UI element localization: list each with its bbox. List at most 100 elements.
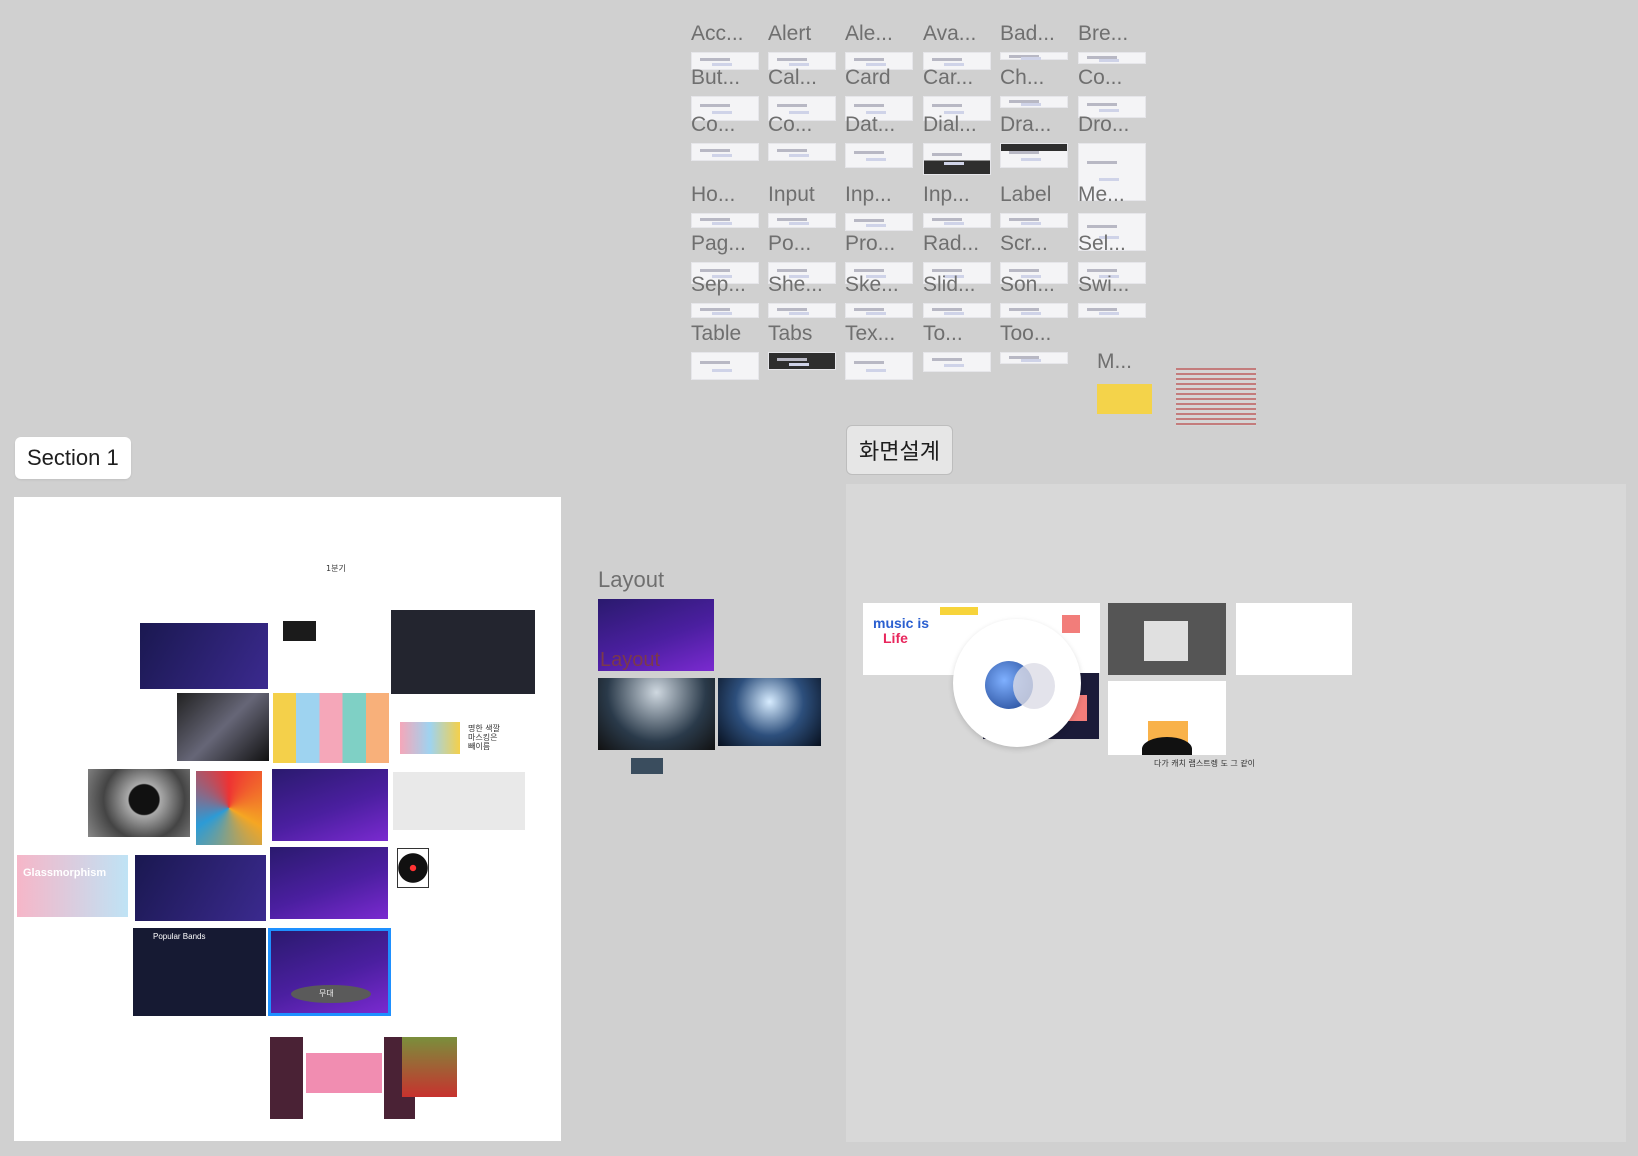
- section-1-frame[interactable]: 1분기 명한 색깔 마스킹은 빼이름 Glassmorphism Popular…: [14, 497, 561, 1141]
- component-thumbnail[interactable]: [1000, 143, 1068, 168]
- component-thumbnail[interactable]: [1000, 213, 1068, 228]
- layout-concert-1[interactable]: [598, 678, 715, 750]
- component-label[interactable]: But...: [691, 66, 740, 90]
- thumb-music-dashboard-2[interactable]: [135, 855, 266, 921]
- avatar-bubble[interactable]: [953, 619, 1081, 747]
- component-label[interactable]: Me...: [1078, 183, 1125, 207]
- component-thumbnail[interactable]: [768, 213, 836, 228]
- thumb-acoustic-guitar[interactable]: [88, 769, 190, 837]
- thumb-cassette[interactable]: [306, 1053, 382, 1093]
- component-label[interactable]: Too...: [1000, 322, 1051, 346]
- component-thumbnail[interactable]: [1000, 52, 1068, 60]
- component-label[interactable]: Dat...: [845, 113, 895, 137]
- thumb-glassmorphism[interactable]: Glassmorphism: [17, 855, 128, 917]
- thumb-guitars-small[interactable]: [400, 722, 460, 754]
- component-label[interactable]: She...: [768, 273, 823, 297]
- thumb-music-dashboard[interactable]: [140, 623, 268, 689]
- screen-white-list[interactable]: [1236, 603, 1352, 675]
- component-thumbnail[interactable]: [768, 352, 836, 370]
- component-thumbnail[interactable]: [845, 143, 913, 168]
- screen-design-tag[interactable]: 화면설계: [846, 425, 953, 475]
- component-thumbnail[interactable]: [691, 213, 759, 228]
- component-thumbnail[interactable]: [923, 352, 991, 372]
- layout-label[interactable]: Layout: [598, 567, 664, 593]
- component-thumb-m[interactable]: [1097, 384, 1152, 414]
- component-thumbnail[interactable]: [1000, 96, 1068, 108]
- component-label[interactable]: Scr...: [1000, 232, 1048, 256]
- component-thumbnail[interactable]: [691, 143, 759, 161]
- component-thumbnail[interactable]: [923, 143, 991, 175]
- thumb-popular-bands[interactable]: Popular Bands: [133, 928, 266, 1016]
- screen-design-frame[interactable]: music is Life 다가 캐치 랩스트렝 도 그 같이: [846, 484, 1626, 1142]
- component-label[interactable]: Ho...: [691, 183, 735, 207]
- component-label[interactable]: Ch...: [1000, 66, 1044, 90]
- component-thumbnail[interactable]: [923, 213, 991, 228]
- thumb-colorful-guitars[interactable]: [273, 693, 389, 763]
- component-label[interactable]: Cal...: [768, 66, 817, 90]
- layout-concert-2[interactable]: [718, 678, 821, 746]
- component-label[interactable]: Tex...: [845, 322, 895, 346]
- thumb-portrait[interactable]: [402, 1037, 457, 1097]
- component-thumbnail[interactable]: [768, 143, 836, 161]
- component-label[interactable]: Dra...: [1000, 113, 1051, 137]
- component-thumbnail[interactable]: [691, 352, 759, 380]
- component-label[interactable]: Pro...: [845, 232, 895, 256]
- component-thumbnail[interactable]: [845, 352, 913, 380]
- component-label[interactable]: Tabs: [768, 322, 812, 346]
- component-thumbnail[interactable]: [1078, 52, 1146, 64]
- component-label[interactable]: Dial...: [923, 113, 977, 137]
- thumb-album-grid[interactable]: [393, 772, 525, 830]
- component-label[interactable]: Card: [845, 66, 891, 90]
- component-label[interactable]: Sep...: [691, 273, 746, 297]
- component-label[interactable]: Co...: [1078, 66, 1122, 90]
- thumb-pop-art[interactable]: [196, 771, 262, 845]
- component-label[interactable]: Po...: [768, 232, 811, 256]
- component-label[interactable]: Bad...: [1000, 22, 1055, 46]
- thumb-purple-frame[interactable]: [270, 847, 388, 919]
- component-label[interactable]: Table: [691, 322, 741, 346]
- component-label[interactable]: Inp...: [845, 183, 892, 207]
- layout-frame[interactable]: Layout: [598, 599, 714, 671]
- component-label[interactable]: Co...: [768, 113, 812, 137]
- component-label[interactable]: Pag...: [691, 232, 746, 256]
- thumb-small-dark[interactable]: [283, 621, 316, 641]
- component-label[interactable]: Son...: [1000, 273, 1055, 297]
- component-label[interactable]: To...: [923, 322, 963, 346]
- component-label[interactable]: Co...: [691, 113, 735, 137]
- screen-vinyl-flower[interactable]: [1108, 681, 1226, 755]
- component-thumbnail[interactable]: [691, 303, 759, 318]
- component-label[interactable]: Swi...: [1078, 273, 1129, 297]
- component-label[interactable]: Alert: [768, 22, 811, 46]
- component-thumbnail[interactable]: [845, 213, 913, 231]
- thumb-maroon-1[interactable]: [270, 1037, 303, 1119]
- thumb-editor[interactable]: [391, 610, 535, 694]
- component-label[interactable]: Rad...: [923, 232, 979, 256]
- thumb-stage-selected[interactable]: 무대: [268, 928, 391, 1016]
- component-label[interactable]: Sel...: [1078, 232, 1126, 256]
- component-thumbnail[interactable]: [1000, 303, 1068, 318]
- component-thumbnail[interactable]: [768, 303, 836, 318]
- component-label[interactable]: Ale...: [845, 22, 893, 46]
- component-label[interactable]: Car...: [923, 66, 973, 90]
- component-label[interactable]: Dro...: [1078, 113, 1129, 137]
- screen-profile-dark[interactable]: [1108, 603, 1226, 675]
- component-thumbnail[interactable]: [1000, 352, 1068, 364]
- thumb-vinyl[interactable]: [397, 848, 429, 888]
- layout-small[interactable]: [631, 758, 663, 774]
- component-label[interactable]: Acc...: [691, 22, 744, 46]
- component-thumbnail[interactable]: [923, 303, 991, 318]
- thumb-guitar-strings[interactable]: [177, 693, 269, 761]
- component-label[interactable]: Ske...: [845, 273, 899, 297]
- component-label[interactable]: Inp...: [923, 183, 970, 207]
- component-label[interactable]: Slid...: [923, 273, 976, 297]
- component-label-m[interactable]: M...: [1097, 350, 1132, 374]
- component-label[interactable]: Ava...: [923, 22, 976, 46]
- section-1-tag[interactable]: Section 1: [15, 437, 131, 479]
- component-label[interactable]: Input: [768, 183, 815, 207]
- component-label[interactable]: Label: [1000, 183, 1051, 207]
- component-thumb-strip[interactable]: [1176, 368, 1256, 426]
- component-thumbnail[interactable]: [1078, 303, 1146, 318]
- thumb-guitar-outline[interactable]: [272, 769, 388, 841]
- component-label[interactable]: Bre...: [1078, 22, 1128, 46]
- component-thumbnail[interactable]: [845, 303, 913, 318]
